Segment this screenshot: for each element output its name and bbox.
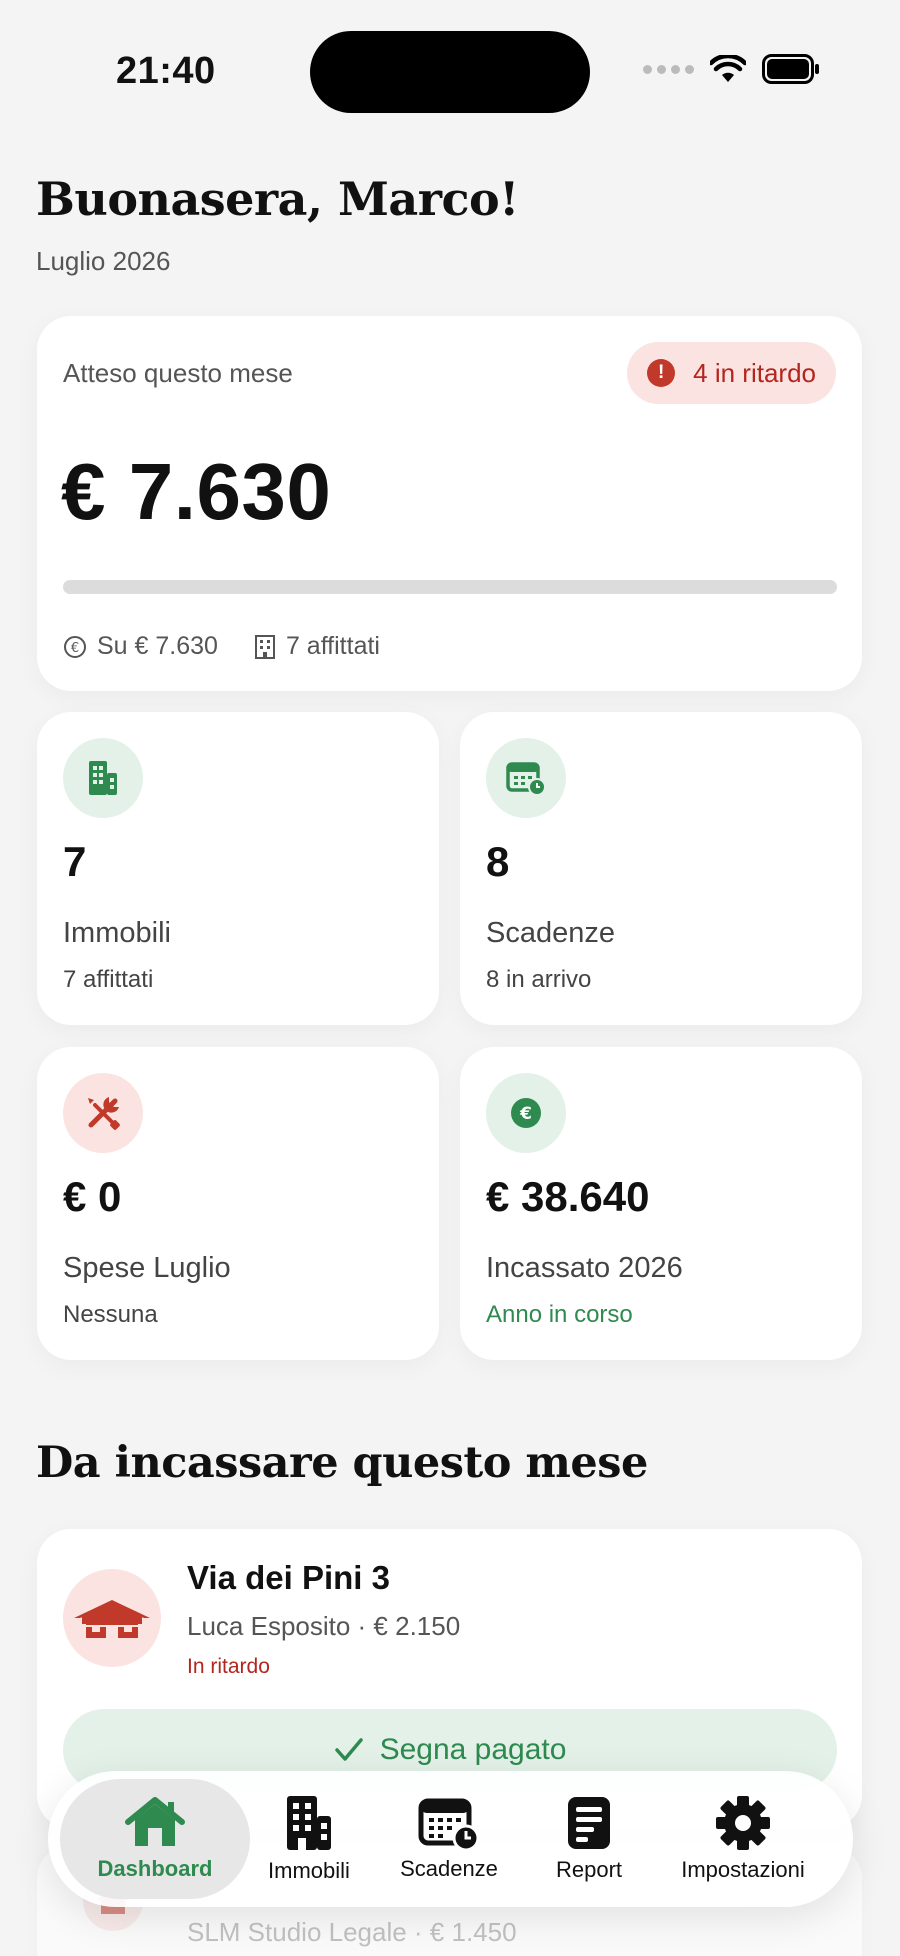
- cellular-signal-icon: [643, 64, 694, 74]
- stat-label: Spese Luglio: [63, 1252, 231, 1284]
- svg-text:€: €: [71, 641, 79, 656]
- page-title: Buonasera, Marco!: [36, 172, 519, 226]
- checkmark-icon: [334, 1738, 363, 1761]
- dynamic-island: [310, 31, 590, 113]
- current-month: Luglio 2026: [36, 246, 171, 276]
- tab-label: Dashboard: [97, 1856, 213, 1881]
- tab-report[interactable]: Report: [530, 1779, 648, 1899]
- tab-label: Impostazioni: [681, 1857, 805, 1882]
- stat-value: € 0: [63, 1173, 122, 1220]
- tab-bar: Dashboard Immobili Scadenze Report Impos…: [48, 1771, 853, 1907]
- stat-value: 8: [486, 838, 510, 885]
- calendar-clock-icon: [486, 738, 566, 818]
- expected-this-month-card[interactable]: Atteso questo mese ! 4 in ritardo € 7.63…: [37, 316, 862, 691]
- euro-circle-icon: €: [64, 635, 86, 658]
- tab-label: Immobili: [268, 1858, 350, 1883]
- expected-amount: € 7.630: [61, 447, 332, 536]
- tab-impostazioni[interactable]: Impostazioni: [648, 1779, 838, 1899]
- tab-immobili[interactable]: Immobili: [250, 1779, 368, 1899]
- tab-label: Scadenze: [400, 1856, 498, 1881]
- tab-scadenze[interactable]: Scadenze: [368, 1779, 530, 1899]
- building-icon: [287, 1796, 331, 1850]
- svg-text:€: €: [519, 1104, 532, 1124]
- status-bar: 21:40: [0, 0, 900, 140]
- rent-tenant: Luca Esposito · € 2.150: [187, 1611, 461, 1641]
- stat-label: Immobili: [63, 917, 171, 949]
- rent-status: In ritardo: [187, 1655, 270, 1678]
- late-badge-label: 4 in ritardo: [693, 357, 816, 388]
- stat-label: Scadenze: [486, 917, 615, 949]
- building-icon: [254, 634, 275, 659]
- status-time: 21:40: [116, 50, 216, 92]
- rent-address: Via dei Pini 3: [187, 1559, 390, 1596]
- tab-label: Report: [555, 1857, 623, 1882]
- status-icons: [643, 54, 820, 84]
- building-icon: [63, 738, 143, 818]
- wifi-icon: [710, 55, 746, 82]
- alert-icon: !: [647, 359, 676, 387]
- euro-icon: €: [486, 1073, 566, 1153]
- late-badge[interactable]: ! 4 in ritardo: [627, 342, 836, 404]
- expected-label: Atteso questo mese: [63, 358, 293, 388]
- collection-progress-bar: [63, 580, 837, 594]
- rented-item: 7 affittati: [254, 632, 380, 661]
- mark-paid-label: Segna pagato: [379, 1733, 567, 1766]
- stat-value: € 38.640: [486, 1173, 650, 1220]
- stat-card-deadlines[interactable]: 8 Scadenze 8 in arrivo: [460, 712, 862, 1025]
- battery-icon: [762, 54, 819, 84]
- stat-card-expenses[interactable]: € 0 Spese Luglio Nessuna: [37, 1047, 439, 1360]
- rented-text: 7 affittati: [285, 632, 380, 660]
- rent-tenant: SLM Studio Legale · € 1.450: [187, 1917, 517, 1947]
- tab-dashboard[interactable]: Dashboard: [60, 1779, 250, 1899]
- stat-sub: 7 affittati: [63, 966, 154, 993]
- stat-sub: 8 in arrivo: [486, 966, 592, 993]
- stat-card-collected[interactable]: € € 38.640 Incassato 2026 Anno in corso: [460, 1047, 862, 1360]
- section-title: Da incassare questo mese: [36, 1438, 648, 1488]
- stat-sub: Nessuna: [63, 1301, 158, 1328]
- collected-of-text: Su € 7.630: [97, 632, 218, 660]
- stat-card-properties[interactable]: 7 Immobili 7 affittati: [37, 712, 439, 1025]
- tools-icon: [63, 1073, 143, 1153]
- stat-label: Incassato 2026: [486, 1252, 683, 1284]
- stat-sub: Anno in corso: [486, 1301, 633, 1328]
- summary-meta: € Su € 7.630 7 affittati: [63, 632, 380, 661]
- stat-value: 7: [63, 838, 87, 885]
- home-icon: [125, 1797, 185, 1846]
- collected-of-item: € Su € 7.630: [63, 632, 218, 661]
- house-icon: [63, 1569, 161, 1667]
- calendar-clock-icon: [418, 1798, 480, 1850]
- gear-icon: [716, 1796, 770, 1850]
- report-icon: [568, 1797, 610, 1849]
